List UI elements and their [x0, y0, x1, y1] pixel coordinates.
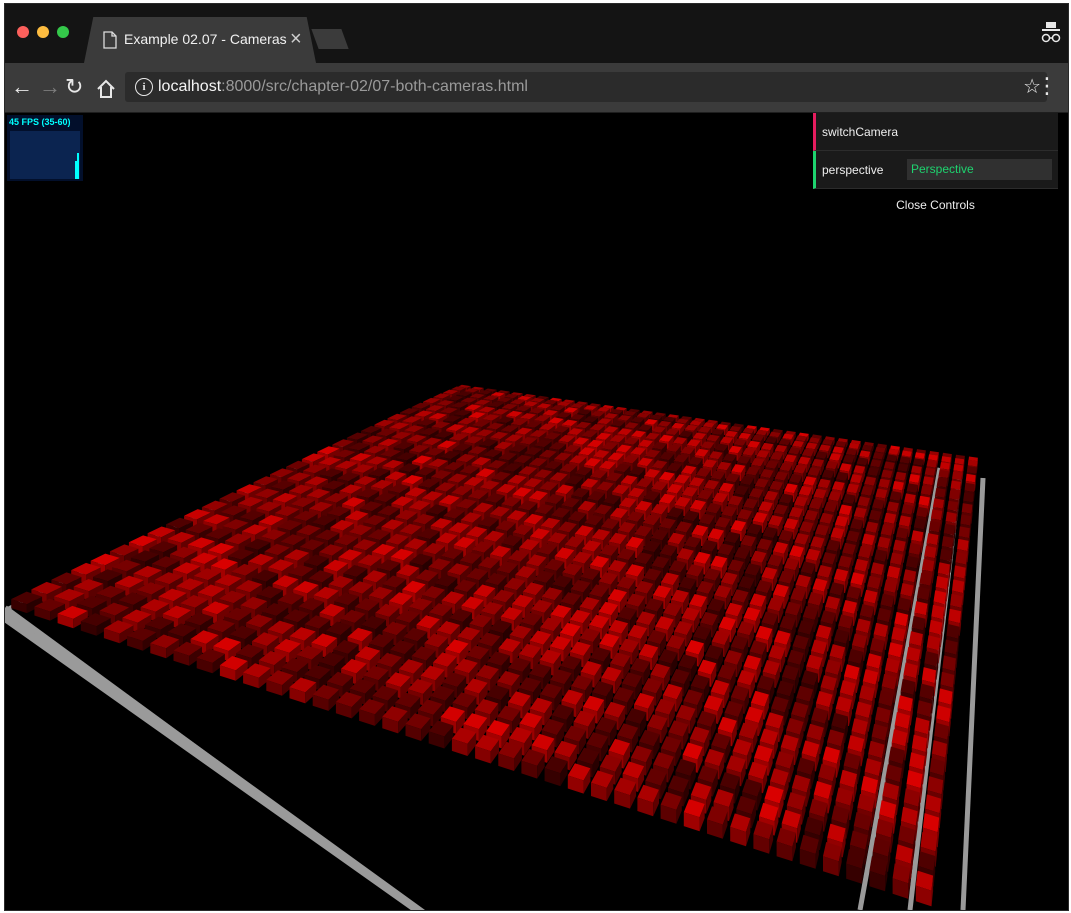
cube-top — [881, 469, 893, 479]
cube-top — [958, 526, 970, 539]
perspective-label: perspective — [822, 163, 884, 177]
switch-camera-label[interactable]: switchCamera — [822, 125, 898, 139]
cube-top — [896, 527, 909, 539]
cube-top — [924, 545, 937, 559]
browser-toolbar: ← → ↻ i localhost:8000/src/chapter-02/07… — [5, 63, 1068, 113]
cube-top — [916, 506, 928, 518]
close-window-button[interactable] — [17, 26, 29, 38]
new-tab-button[interactable] — [311, 29, 349, 49]
cube-top — [964, 482, 975, 493]
cube-top — [889, 490, 902, 501]
cube-top — [908, 474, 920, 483]
cube-top — [880, 524, 894, 536]
close-controls-button[interactable]: Close Controls — [813, 189, 1058, 221]
perspective-control: perspective Perspective — [813, 151, 1058, 189]
fps-graph-bar — [77, 153, 79, 179]
cube-top — [938, 469, 949, 479]
info-icon[interactable]: i — [135, 78, 153, 96]
tab-close-button[interactable]: × — [290, 27, 302, 51]
cube-top — [937, 562, 950, 576]
cube-top — [955, 551, 968, 565]
cube-top — [924, 467, 936, 476]
cube-top — [911, 530, 924, 542]
cube-top — [941, 536, 954, 549]
minimize-window-button[interactable] — [37, 26, 49, 38]
address-bar[interactable]: i localhost:8000/src/chapter-02/07-both-… — [125, 72, 1047, 102]
fps-graph — [10, 131, 80, 179]
cube-top — [911, 465, 922, 474]
cube-top — [918, 495, 930, 507]
home-icon[interactable] — [95, 78, 117, 100]
webgl-viewport[interactable]: 45 FPS (35-60) switchCamera perspective … — [5, 113, 1068, 910]
cube-top — [877, 536, 891, 549]
menu-dots-icon[interactable]: ⋮ — [1036, 73, 1058, 99]
cube-top — [949, 490, 960, 501]
forward-arrow-icon[interactable]: → — [39, 73, 61, 101]
cube-top — [928, 520, 941, 533]
perspective-input[interactable]: Perspective — [907, 159, 1052, 180]
cube-top — [908, 542, 922, 555]
cube-top — [961, 503, 973, 514]
browser-window: Example 02.07 - Cameras × ← → ↻ i localh… — [4, 3, 1069, 911]
cube-top — [895, 471, 907, 481]
cube-top — [945, 511, 957, 523]
cube-top — [886, 501, 899, 513]
cube-top — [878, 478, 890, 489]
cube-top — [906, 483, 918, 493]
cube-top — [965, 473, 976, 483]
cube-top — [943, 523, 956, 536]
cube-top — [950, 480, 961, 490]
cube-top — [892, 481, 904, 491]
cube-top — [932, 498, 945, 509]
dat-gui-panel: switchCamera perspective Perspective Clo… — [813, 113, 1058, 221]
cube-top — [939, 548, 952, 562]
cube-top — [934, 487, 946, 498]
maximize-window-button[interactable] — [57, 26, 69, 38]
reload-icon[interactable]: ↻ — [65, 73, 83, 101]
cube-top — [893, 539, 906, 552]
fps-stats-panel[interactable]: 45 FPS (35-60) — [7, 115, 83, 181]
incognito-icon — [1041, 22, 1061, 43]
tab-strip: Example 02.07 - Cameras × — [5, 4, 1068, 63]
cube-top — [947, 500, 959, 512]
cube-top — [957, 538, 969, 552]
switch-camera-control[interactable]: switchCamera — [813, 113, 1058, 151]
back-arrow-icon[interactable]: ← — [11, 73, 33, 101]
cube-top — [936, 478, 948, 488]
cube-top — [904, 493, 916, 504]
cube-top — [963, 492, 974, 503]
cube-top — [913, 518, 926, 530]
cube-top — [920, 485, 932, 496]
cube-top — [922, 476, 934, 486]
active-tab[interactable]: Example 02.07 - Cameras × — [84, 17, 316, 63]
page-icon — [103, 31, 117, 49]
tab-title: Example 02.07 - Cameras — [124, 31, 287, 47]
url-text: localhost:8000/src/chapter-02/07-both-ca… — [158, 78, 528, 95]
cube-top — [952, 471, 963, 481]
cube-top — [883, 512, 897, 524]
fps-readout: 45 FPS (35-60) — [9, 117, 71, 127]
cube-top — [960, 514, 972, 526]
cube-top — [901, 504, 914, 515]
cube-top — [930, 509, 943, 521]
cube-grid-scene — [5, 384, 986, 910]
